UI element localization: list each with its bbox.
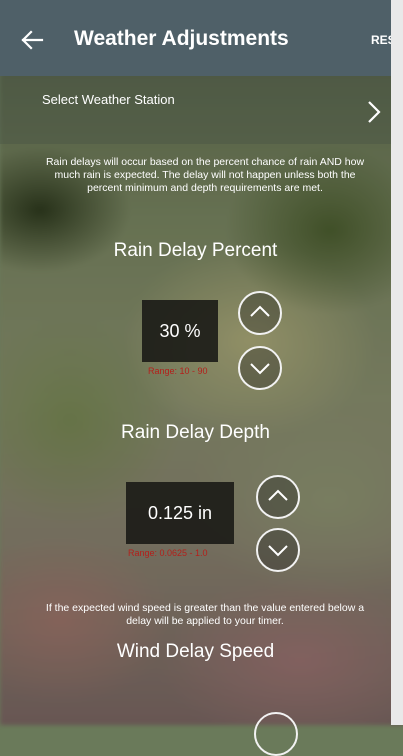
weather-station-row[interactable] — [0, 76, 391, 144]
rain-delay-depth-heading: Rain Delay Depth — [121, 422, 270, 443]
rain-delay-depth-range: Range: 0.0625 - 1.0 — [128, 548, 208, 558]
chevron-up-icon — [250, 305, 270, 317]
rain-delay-info: Rain delays will occur based on the perc… — [45, 156, 365, 194]
rain-delay-percent-value[interactable]: 30 % — [142, 300, 218, 362]
page-title: Weather Adjustments — [74, 27, 289, 50]
rain-depth-decrease-button[interactable] — [256, 528, 300, 572]
chevron-up-icon — [268, 489, 288, 501]
top-app-bar: Weather Adjustments RESET — [0, 0, 391, 76]
rain-delay-percent-heading: Rain Delay Percent — [113, 240, 278, 261]
rain-delay-percent-range: Range: 10 - 90 — [148, 366, 208, 376]
chevron-down-icon — [268, 545, 288, 557]
chevron-right-icon[interactable] — [364, 98, 384, 126]
wind-delay-speed-heading: Wind Delay Speed — [116, 641, 275, 662]
wind-speed-increase-button[interactable] — [254, 712, 298, 756]
rain-percent-increase-button[interactable] — [238, 291, 282, 335]
reset-button[interactable]: RESET — [371, 33, 391, 47]
wind-delay-info: If the expected wind speed is greater th… — [45, 602, 365, 627]
right-edge-strip — [391, 0, 403, 725]
back-button[interactable] — [14, 22, 50, 58]
chevron-down-icon — [250, 363, 270, 375]
arrow-left-icon — [21, 30, 44, 50]
weather-station-label: Select Weather Station — [42, 92, 175, 107]
rain-depth-increase-button[interactable] — [256, 475, 300, 519]
rain-percent-decrease-button[interactable] — [238, 346, 282, 390]
rain-delay-depth-value[interactable]: 0.125 in — [126, 482, 234, 544]
